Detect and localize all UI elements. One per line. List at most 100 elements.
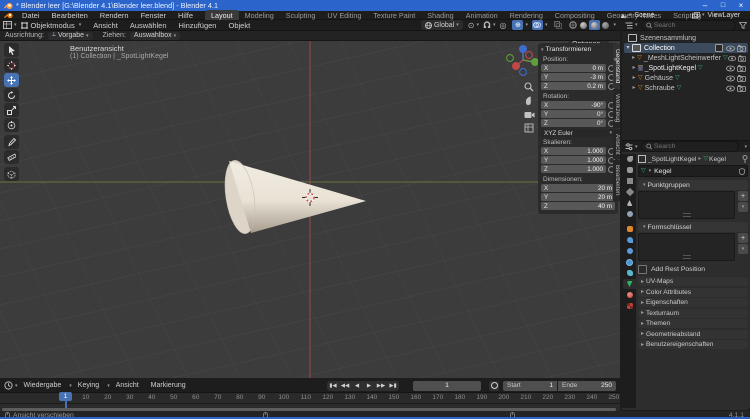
- menu-objekt[interactable]: Objekt: [222, 21, 256, 30]
- npanel-tab-bearbeiten[interactable]: Bearbeiten: [613, 160, 620, 200]
- render-camera-icon[interactable]: [737, 75, 746, 82]
- transform-tool[interactable]: [4, 118, 19, 132]
- disclosure-icon[interactable]: ▸: [630, 85, 638, 91]
- viewlayer-selector[interactable]: ▾ ViewLayer: [692, 11, 750, 19]
- dimensions-y-field[interactable]: Y20 m: [541, 193, 615, 201]
- npanel-tab-werkzeug[interactable]: Werkzeug: [613, 89, 620, 127]
- jump-to-start-button[interactable]: ▮◀: [327, 381, 339, 391]
- workspace-tab-uv-editing[interactable]: UV Editing: [321, 10, 367, 21]
- tab-material[interactable]: [623, 290, 636, 300]
- tab-world[interactable]: [623, 209, 636, 219]
- timeline-editor-icon[interactable]: [4, 381, 13, 390]
- close-button[interactable]: ×: [732, 0, 750, 11]
- shape-keys-panel-header[interactable]: ▾ Formschlüssel: [638, 222, 748, 232]
- render-camera-icon[interactable]: [738, 55, 746, 62]
- menu-keying[interactable]: Keying: [72, 382, 105, 389]
- disclosure-icon[interactable]: ▸: [630, 55, 637, 61]
- render-camera-icon[interactable]: [737, 45, 746, 52]
- measure-tool[interactable]: [4, 150, 19, 164]
- rotation-mode-dropdown[interactable]: XYZ Euler▾: [541, 129, 615, 137]
- tab-tool[interactable]: [623, 154, 636, 164]
- tab-view-layer[interactable]: [623, 187, 636, 197]
- tab-physics[interactable]: [623, 257, 636, 267]
- panel-benutzereigenschaften[interactable]: ▸Benutzereigenschaften: [638, 340, 748, 349]
- dimensions-x-field[interactable]: X20 m: [541, 184, 615, 192]
- disclosure-icon[interactable]: ▸: [630, 75, 638, 81]
- tab-texture[interactable]: [623, 301, 636, 311]
- rotation-z-field[interactable]: Z0°: [541, 119, 606, 127]
- panel-color-attributes[interactable]: ▸Color Attributes: [638, 288, 748, 297]
- move-tool[interactable]: [4, 73, 19, 87]
- menu-datei[interactable]: Datei: [16, 11, 46, 20]
- shape-keys-list[interactable]: [638, 233, 735, 261]
- hide-eye-icon[interactable]: [726, 45, 735, 52]
- npanel-tab-ansicht[interactable]: Ansicht: [613, 129, 620, 160]
- transform-orientation-dropdown[interactable]: Global ▾: [421, 20, 463, 30]
- viewport-3d[interactable]: Benutzeransicht (1) Collection | _SpotLi…: [0, 41, 620, 378]
- add-vertex-group-button[interactable]: +: [738, 191, 748, 201]
- tab-object-data[interactable]: [623, 279, 636, 289]
- display-mode-icon[interactable]: [625, 22, 633, 29]
- shading-wireframe-button[interactable]: [567, 20, 578, 30]
- vertex-groups-panel-header[interactable]: ▾ Punktgruppen: [638, 180, 748, 190]
- prev-keyframe-button[interactable]: ◀◀: [339, 381, 351, 391]
- workspace-tab-rendering[interactable]: Rendering: [504, 10, 549, 21]
- position-z-field[interactable]: Z0.2 m: [541, 82, 606, 90]
- properties-search-input[interactable]: [654, 143, 735, 150]
- pin-icon[interactable]: [742, 155, 748, 163]
- outliner-row-object[interactable]: ▸ ▽ _SpotLightKegel ▽: [624, 63, 748, 73]
- timeline-ruler[interactable]: 1020304050607080901001101201301401501601…: [0, 393, 620, 404]
- add-shape-key-button[interactable]: +: [738, 233, 748, 243]
- tab-particles[interactable]: [623, 246, 636, 256]
- breadcrumb-data[interactable]: Kegel: [709, 156, 726, 163]
- perspective-toggle-icon[interactable]: [524, 123, 534, 133]
- proportional-editing-toggle[interactable]: ◎: [499, 21, 506, 30]
- panel-uv-maps[interactable]: ▸UV-Maps: [638, 277, 748, 286]
- render-camera-icon[interactable]: [737, 65, 746, 72]
- shading-rendered-button[interactable]: [600, 20, 611, 30]
- workspace-tab-sculpting[interactable]: Sculpting: [280, 10, 322, 21]
- workspace-tab-layout[interactable]: Layout: [205, 10, 239, 21]
- show-gizmo-toggle[interactable]: ⊕: [512, 20, 523, 30]
- fake-user-shield-icon[interactable]: [739, 168, 745, 175]
- outliner-search-input[interactable]: [654, 22, 731, 29]
- scale-tool[interactable]: [4, 103, 19, 117]
- transform-panel-header[interactable]: ▾ Transformieren: [541, 45, 615, 54]
- menu-markierung[interactable]: Markierung: [145, 382, 192, 389]
- orientation-setting-dropdown[interactable]: ⟂ Vorgabe ▾: [48, 32, 93, 40]
- tab-constraints[interactable]: [623, 268, 636, 278]
- hide-eye-icon[interactable]: [726, 65, 735, 72]
- cursor-tool[interactable]: [4, 58, 19, 72]
- npanel-tab-gegenstand[interactable]: Gegenstand: [613, 44, 620, 88]
- menu-hilfe[interactable]: Hilfe: [172, 11, 199, 20]
- tab-scene[interactable]: [623, 198, 636, 208]
- scene-selector[interactable]: ▾ Scene: [620, 11, 686, 19]
- mode-selector[interactable]: Objektmodus: [28, 21, 77, 30]
- current-frame-field[interactable]: 1: [413, 381, 481, 391]
- menu-fenster[interactable]: Fenster: [135, 11, 172, 20]
- workspace-tab-shading[interactable]: Shading: [421, 10, 459, 21]
- properties-search[interactable]: [641, 141, 740, 152]
- panel-geometrieabstand[interactable]: ▸Geometrieabstand: [638, 330, 748, 339]
- workspace-tab-modeling[interactable]: Modeling: [239, 10, 280, 21]
- hide-eye-icon[interactable]: [726, 75, 735, 82]
- outliner-row-scene-collection[interactable]: Szenensammlung: [624, 33, 748, 43]
- menu-auswaehlen[interactable]: Auswählen: [124, 21, 173, 30]
- list-resize-grip[interactable]: [683, 255, 691, 259]
- outliner-row-object[interactable]: ▸ ▽ Schraube ▽: [624, 83, 748, 93]
- play-reverse-button[interactable]: ◀: [351, 381, 363, 391]
- pivot-dropdown[interactable]: ⊙▾: [468, 21, 479, 30]
- shading-material-preview-button[interactable]: [589, 20, 600, 30]
- navigation-gizmo[interactable]: [503, 43, 541, 79]
- frame-end-field[interactable]: Ende250: [558, 381, 616, 391]
- playhead-badge[interactable]: 1: [59, 392, 72, 401]
- auto-key-button[interactable]: [489, 381, 499, 391]
- blender-menu-icon[interactable]: [4, 12, 14, 19]
- render-camera-icon[interactable]: [737, 85, 746, 92]
- hide-eye-icon[interactable]: [728, 55, 736, 62]
- workspace-tab-texture-paint[interactable]: Texture Paint: [367, 10, 421, 21]
- add-rest-position-checkbox[interactable]: [638, 265, 647, 274]
- menu-hinzufuegen[interactable]: Hinzufügen: [173, 21, 223, 30]
- list-resize-grip[interactable]: [683, 213, 691, 217]
- frame-start-field[interactable]: Start1: [503, 381, 557, 391]
